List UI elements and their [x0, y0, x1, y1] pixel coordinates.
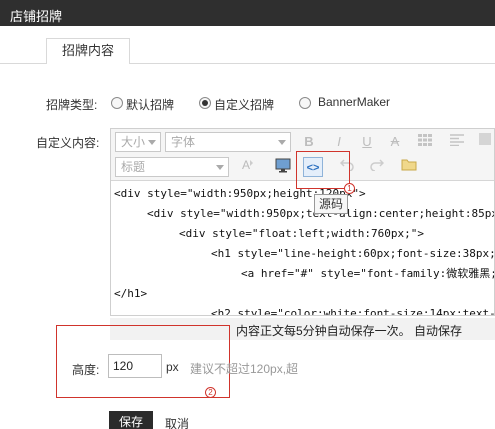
font-color-icon: A: [242, 158, 253, 172]
code-line: <div style="float:left;width:760px;">: [179, 227, 425, 240]
window-titlebar: 店铺招牌: [0, 0, 495, 26]
strikethrough-button[interactable]: A: [385, 132, 405, 152]
code-line: <h2 style="color:white;font-size:14px;te…: [211, 307, 495, 316]
height-input[interactable]: [108, 354, 162, 378]
folder-icon: [401, 159, 417, 171]
chevron-down-icon: [278, 140, 286, 145]
redo-button[interactable]: [367, 157, 387, 177]
table-button[interactable]: [415, 132, 435, 152]
bold-button[interactable]: B: [299, 132, 319, 152]
annotation-marker-1: 1: [344, 183, 355, 194]
custom-content-label: 自定义内容:: [36, 136, 100, 150]
heading-select-label: 标题: [121, 160, 146, 174]
redo-icon: [370, 159, 385, 172]
code-line: <a href="#" style="font-family:微软雅黑;c: [241, 267, 495, 280]
annotation-box-source: [296, 151, 350, 189]
height-unit: px: [166, 360, 179, 374]
paragraph-shading-button[interactable]: [475, 132, 494, 152]
source-tooltip: 源码: [314, 194, 349, 214]
font-size-select[interactable]: 大小: [115, 132, 161, 152]
window-title: 店铺招牌: [10, 9, 63, 24]
code-line: </h1>: [114, 287, 148, 300]
heading-select[interactable]: 标题: [115, 157, 229, 177]
align-button[interactable]: [447, 132, 467, 152]
align-left-icon: [450, 134, 464, 147]
save-button[interactable]: 保存: [109, 411, 153, 429]
height-label: 高度:: [72, 363, 100, 377]
insert-file-button[interactable]: [399, 157, 419, 177]
annotation-marker-2: 2: [205, 387, 216, 398]
radio-default-sign[interactable]: [111, 97, 123, 109]
insert-image-button[interactable]: [273, 157, 293, 177]
font-size-select-label: 大小: [121, 135, 146, 149]
font-color-button[interactable]: A: [237, 157, 257, 177]
underline-button[interactable]: U: [357, 132, 377, 152]
font-family-select[interactable]: 字体: [165, 132, 291, 152]
font-family-select-label: 字体: [171, 135, 196, 149]
italic-button[interactable]: I: [329, 132, 349, 152]
monitor-icon: [275, 158, 291, 173]
radio-custom-sign[interactable]: [199, 97, 211, 109]
radio-bannermaker-label[interactable]: BannerMaker: [318, 95, 390, 109]
chevron-down-icon: [148, 140, 156, 145]
code-line: <h1 style="line-height:60px;font-size:38…: [211, 247, 495, 260]
shading-icon: [479, 133, 491, 145]
tab-sign-content[interactable]: 招牌内容: [46, 38, 130, 64]
table-icon: [418, 134, 432, 146]
radio-default-sign-label[interactable]: 默认招牌: [126, 96, 174, 113]
cancel-button[interactable]: 取消: [165, 415, 189, 429]
height-hint: 建议不超过120px,超: [190, 362, 299, 376]
svg-text:A: A: [242, 158, 250, 172]
chevron-down-icon: [216, 165, 224, 170]
radio-bannermaker[interactable]: [299, 97, 311, 109]
radio-custom-sign-label[interactable]: 自定义招牌: [214, 96, 274, 113]
sign-type-label: 招牌类型:: [46, 98, 98, 112]
autosave-text: 内容正文每5分钟自动保存一次。 自动保存: [236, 324, 463, 338]
source-code-area[interactable]: <div style="width:950px;height:120px"> <…: [111, 182, 495, 316]
